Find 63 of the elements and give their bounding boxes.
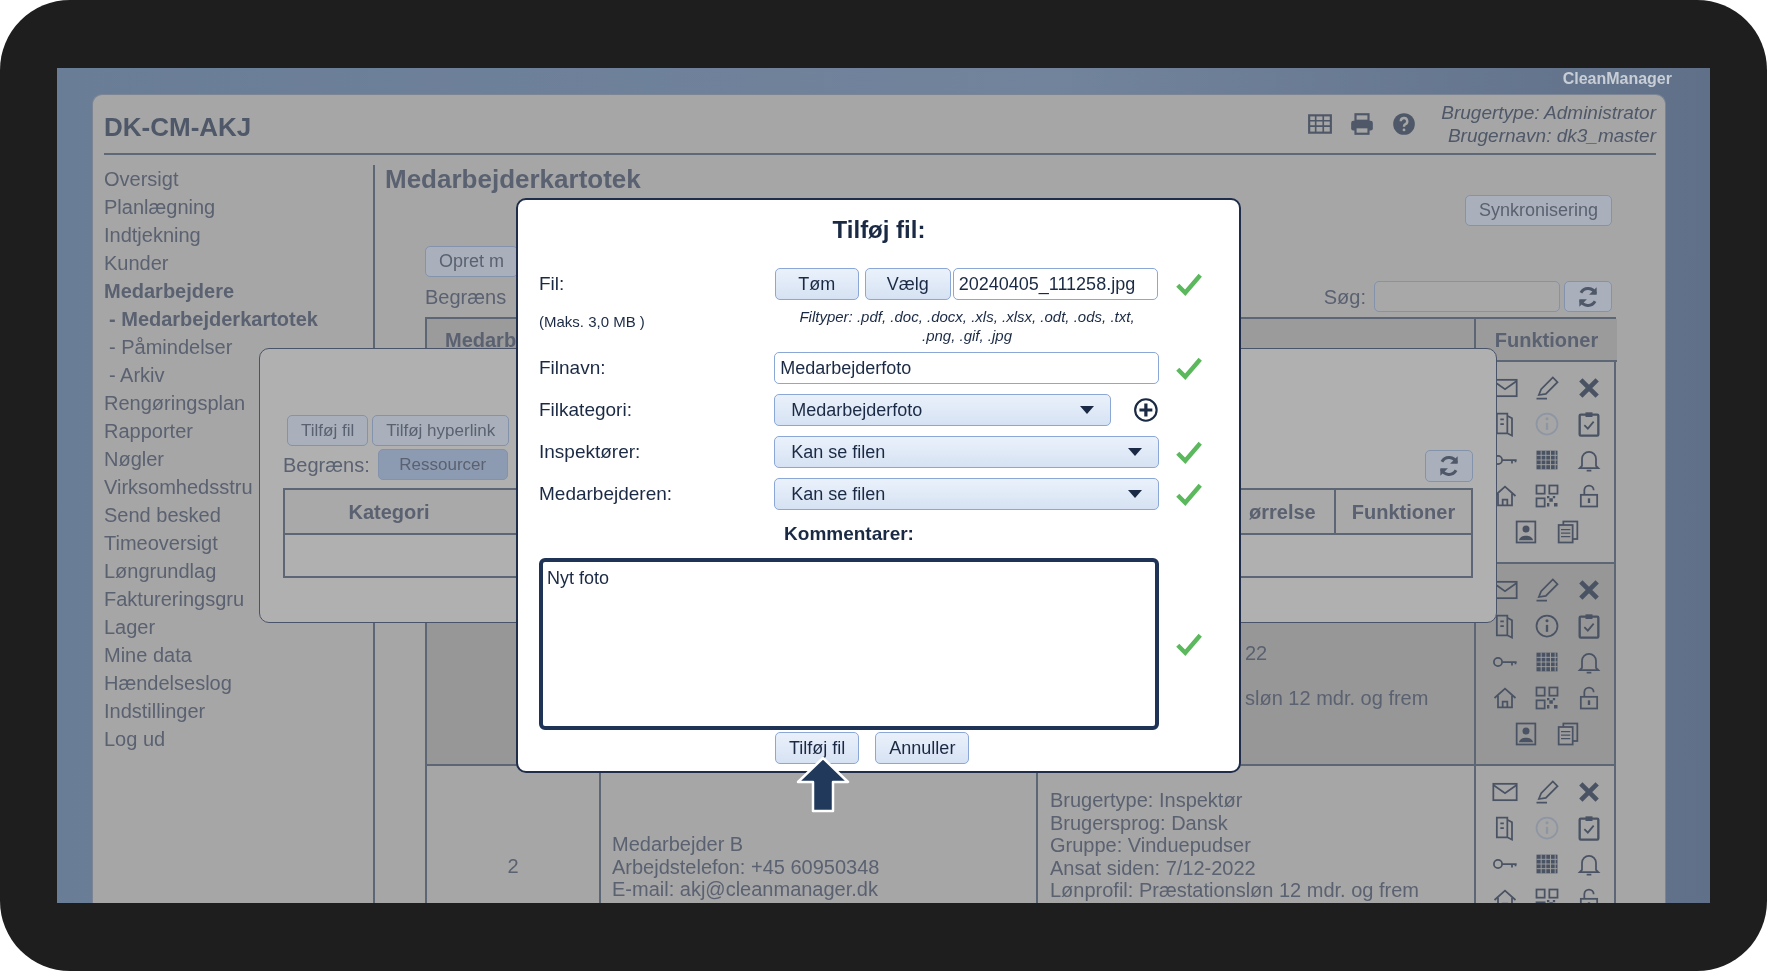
sidebar-item[interactable]: Lager bbox=[104, 613, 374, 641]
sidebar-subitem[interactable]: - Medarbejderkartotek bbox=[104, 305, 374, 333]
sidebar-item[interactable]: Hændelseslog bbox=[104, 669, 374, 697]
dialog-button[interactable]: Tilføj hyperlink bbox=[372, 415, 510, 446]
sync-button[interactable]: Synkronisering bbox=[1464, 195, 1612, 226]
dropdown[interactable]: Kan se filen bbox=[774, 478, 1160, 510]
filter-label: Begræns: bbox=[283, 452, 370, 478]
contact-line: Medarbejder B bbox=[612, 833, 745, 856]
field-label: Fil: bbox=[539, 271, 566, 296]
detail-line: 22 bbox=[1245, 642, 1269, 665]
site-title: DK-CM-AKJ bbox=[104, 110, 252, 144]
sidebar-item[interactable]: Medarbejdere bbox=[104, 277, 374, 305]
sidebar-item[interactable]: Indstillinger bbox=[104, 697, 374, 725]
dialog-button[interactable]: Tilføj fil bbox=[775, 731, 860, 764]
field-label: Filkategori: bbox=[539, 397, 633, 422]
dropdown[interactable]: Medarbejderfoto bbox=[774, 394, 1112, 426]
sidebar-item[interactable]: Planlægning bbox=[104, 193, 374, 221]
detail-line: Ansat siden: 7/12-2022 bbox=[1050, 856, 1257, 879]
file-name-field[interactable]: 20240405_111258.jpg bbox=[952, 268, 1158, 300]
brand-name: CleanManager bbox=[1562, 69, 1672, 89]
contact-line: Arbejdstelefon: +45 60950348 bbox=[612, 855, 881, 878]
text-field[interactable]: Medarbejderfoto bbox=[774, 352, 1160, 384]
dropdown[interactable]: Kan se filen bbox=[774, 436, 1160, 468]
sidebar-item[interactable]: Indtjekning bbox=[104, 221, 374, 249]
user-type: Brugertype: Administrator bbox=[1441, 101, 1656, 124]
table-icon[interactable] bbox=[1307, 111, 1334, 137]
detail-line: Brugertype: Inspektør bbox=[1050, 789, 1244, 812]
search-label: Søg: bbox=[1323, 284, 1366, 310]
search-field[interactable] bbox=[1374, 281, 1560, 312]
sidebar-item[interactable]: Mine data bbox=[104, 641, 374, 669]
help-icon[interactable] bbox=[1391, 111, 1418, 137]
detail-line: Lønprofil: Præstationsløn 12 mdr. og frem bbox=[1050, 879, 1421, 902]
dialog-button[interactable]: Annuller bbox=[875, 731, 970, 764]
field-label: Medarbejderen: bbox=[539, 481, 674, 506]
comments-label: Kommentarer: bbox=[783, 522, 915, 546]
sidebar-item[interactable]: Oversigt bbox=[104, 165, 374, 193]
caret-icon bbox=[1080, 406, 1095, 414]
page-title: Medarbejderkartotek bbox=[385, 165, 642, 193]
clear-button[interactable]: Tøm bbox=[774, 268, 859, 300]
user-name: Brugernavn: dk3_master bbox=[1446, 124, 1656, 147]
choose-button[interactable]: Vælg bbox=[864, 268, 951, 300]
dialog-button[interactable]: Tilføj fil bbox=[287, 415, 369, 446]
caret-icon bbox=[1128, 448, 1143, 456]
create-button[interactable]: Opret m bbox=[425, 246, 518, 277]
contact-line: E-mail: akj@cleanmanager.dk bbox=[612, 878, 879, 901]
filter-label: Begræns bbox=[425, 284, 507, 310]
filter-tab[interactable]: Ressourcer bbox=[377, 449, 508, 480]
detail-line: sløn 12 mdr. og frem bbox=[1245, 687, 1430, 710]
detail-line: Brugersprog: Dansk bbox=[1050, 811, 1229, 834]
refresh-button[interactable] bbox=[1425, 450, 1473, 482]
printer-icon[interactable] bbox=[1349, 111, 1376, 137]
caret-icon bbox=[1128, 490, 1143, 498]
sidebar-item[interactable]: Log ud bbox=[104, 725, 374, 753]
detail-line: Gruppe: Vinduepudser bbox=[1050, 834, 1252, 857]
row-number: 2 bbox=[506, 855, 520, 878]
column-header: Funktioner bbox=[1476, 319, 1617, 362]
add-icon[interactable] bbox=[1133, 397, 1160, 423]
sidebar-item[interactable]: Kunder bbox=[104, 249, 374, 277]
comments-field[interactable]: Nyt foto bbox=[539, 557, 1159, 730]
column-header: Funktioner bbox=[1336, 490, 1471, 535]
refresh-button[interactable] bbox=[1564, 281, 1612, 312]
dialog-title: Tilføj fil: bbox=[831, 215, 927, 245]
field-label: Inspektører: bbox=[539, 439, 642, 464]
